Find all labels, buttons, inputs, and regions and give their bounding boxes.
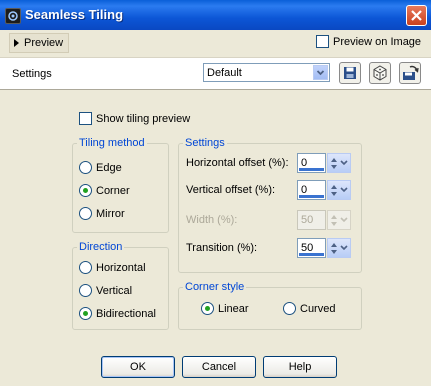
radio-curved-circle[interactable] [283, 302, 296, 315]
preview-on-image-box[interactable] [316, 35, 329, 48]
transition-input[interactable]: 50 [297, 238, 326, 258]
width-arrows [327, 210, 351, 230]
horizontal-offset-slider-bar[interactable] [299, 168, 324, 171]
radio-vertical[interactable]: Vertical [79, 284, 132, 297]
preset-manager-button[interactable] [399, 62, 421, 84]
spinner-arrows-icon [331, 243, 348, 254]
radio-mirror[interactable]: Mirror [79, 207, 125, 220]
show-tiling-preview-label: Show tiling preview [96, 112, 191, 125]
vertical-offset-spinner[interactable]: 0 [297, 180, 352, 202]
settings-group-legend: Settings [185, 137, 225, 149]
vertical-offset-input[interactable]: 0 [297, 180, 326, 200]
cancel-button[interactable]: Cancel [182, 356, 256, 378]
radio-corner[interactable]: Corner [79, 184, 130, 197]
reset-icon [373, 65, 387, 81]
radio-vertical-circle[interactable] [79, 284, 92, 297]
radio-linear-label: Linear [218, 302, 249, 315]
radio-linear[interactable]: Linear [201, 302, 249, 315]
chevron-down-icon [316, 70, 325, 76]
preset-bar: Settings Default [0, 57, 431, 90]
radio-curved-label: Curved [300, 302, 336, 315]
help-button[interactable]: Help [263, 356, 337, 378]
radio-mirror-circle[interactable] [79, 207, 92, 220]
radio-linear-circle[interactable] [201, 302, 214, 315]
radio-bidirectional-label: Bidirectional [96, 307, 156, 320]
vertical-offset-label: Vertical offset (%): [186, 184, 276, 196]
radio-vertical-label: Vertical [96, 284, 133, 297]
horizontal-offset-spinner[interactable]: 0 [297, 153, 352, 175]
width-input: 50 [297, 210, 326, 230]
width-label: Width (%): [186, 214, 238, 226]
show-tiling-preview-checkbox[interactable]: Show tiling preview [79, 112, 190, 125]
radio-horizontal[interactable]: Horizontal [79, 261, 146, 274]
preview-toggle-button[interactable]: Preview [9, 33, 70, 53]
preset-select-value: Default [207, 67, 242, 79]
preview-on-image-checkbox[interactable]: Preview on Image [316, 35, 421, 48]
radio-horizontal-label: Horizontal [96, 261, 146, 274]
horizontal-offset-arrows[interactable] [327, 153, 351, 173]
radio-corner-circle[interactable] [79, 184, 92, 197]
radio-edge-label: Edge [96, 161, 122, 174]
radio-edge-circle[interactable] [79, 161, 92, 174]
vertical-offset-slider-bar[interactable] [299, 195, 324, 198]
preview-on-image-label: Preview on Image [333, 35, 422, 48]
save-icon [344, 67, 356, 79]
transition-label: Transition (%): [186, 242, 258, 254]
preview-toggle-label: Preview [24, 37, 64, 49]
spinner-arrows-icon [331, 185, 348, 196]
radio-mirror-label: Mirror [96, 207, 125, 220]
radio-curved[interactable]: Curved [283, 302, 335, 315]
width-value: 50 [301, 214, 314, 226]
settings-preset-label: Settings [12, 68, 52, 80]
horizontal-offset-label: Horizontal offset (%): [186, 157, 289, 169]
horizontal-offset-input[interactable]: 0 [297, 153, 326, 173]
triangle-right-icon [14, 39, 19, 47]
title-bar[interactable]: Seamless Tiling [0, 0, 431, 30]
radio-bidirectional[interactable]: Bidirectional [79, 307, 156, 320]
ok-button[interactable]: OK [101, 356, 175, 378]
transition-spinner[interactable]: 50 [297, 238, 352, 260]
preset-manager-icon [403, 65, 419, 80]
radio-corner-label: Corner [96, 184, 130, 197]
close-button[interactable] [406, 5, 427, 26]
radio-bidirectional-circle[interactable] [79, 307, 92, 320]
reset-preset-button[interactable] [369, 62, 391, 84]
seamless-tiling-dialog: Seamless Tiling Preview Preview on Image… [0, 0, 431, 386]
transition-arrows[interactable] [327, 238, 351, 258]
direction-legend: Direction [79, 241, 123, 253]
transition-slider-bar[interactable] [299, 253, 324, 256]
close-icon [411, 10, 422, 21]
show-tiling-preview-box[interactable] [79, 112, 92, 125]
radio-horizontal-circle[interactable] [79, 261, 92, 274]
width-spinner: 50 [297, 210, 352, 232]
preset-dropdown-button[interactable] [313, 65, 328, 80]
spinner-arrows-icon [331, 158, 348, 169]
window-title: Seamless Tiling [25, 7, 124, 22]
app-icon [5, 8, 21, 24]
vertical-offset-arrows[interactable] [327, 180, 351, 200]
preset-select[interactable]: Default [203, 63, 330, 82]
corner-style-legend: Corner style [185, 281, 245, 293]
tiling-method-legend: Tiling method [79, 137, 145, 149]
radio-edge[interactable]: Edge [79, 161, 122, 174]
save-preset-button[interactable] [339, 62, 361, 84]
spinner-arrows-icon [331, 215, 348, 226]
